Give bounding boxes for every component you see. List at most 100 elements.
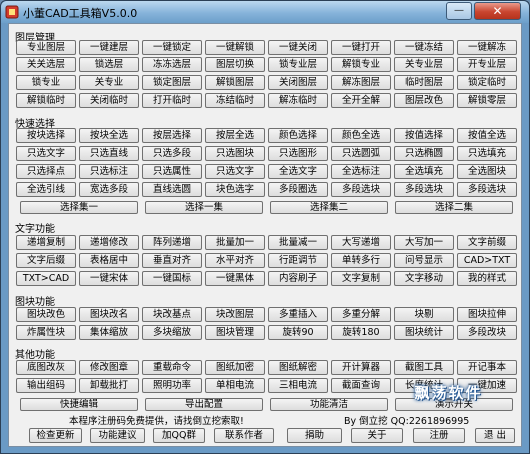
tool-button-sec1-r3-c7[interactable]: 多段选块	[457, 182, 517, 197]
tool-button-sec0-r0-c0[interactable]: 专业图层	[16, 40, 76, 55]
tool-button-sec3-r0-c5[interactable]: 多重分解	[331, 307, 391, 322]
tool-button-sec2-r1-c4[interactable]: 行距调节	[268, 253, 328, 268]
tool-button-sec2-r0-c1[interactable]: 递增修改	[79, 235, 139, 250]
tool-button-sec1-r0-c1[interactable]: 按块全选	[79, 128, 139, 143]
tool-button-sec1-r1-c4[interactable]: 只选图形	[268, 146, 328, 161]
tool-button-sec0-r3-c0[interactable]: 解锁临时	[16, 93, 76, 108]
tool-button-sec1-r1-c2[interactable]: 只选多段	[142, 146, 202, 161]
join-qq-group-button[interactable]: 加QQ群	[153, 428, 205, 443]
tool-button-sec2-r1-c6[interactable]: 问号显示	[394, 253, 454, 268]
tool-button-sec2-r0-c6[interactable]: 大写加一	[394, 235, 454, 250]
tool-button-sec2-r0-c5[interactable]: 大写递增	[331, 235, 391, 250]
tool-button-sec1-r2-c0[interactable]: 只选择点	[16, 164, 76, 179]
tool-button-sec0-r1-c7[interactable]: 开专业层	[457, 57, 517, 72]
tool-button-sec3-r0-c1[interactable]: 图块改名	[79, 307, 139, 322]
tool-button-sec0-r1-c3[interactable]: 图层切换	[205, 57, 265, 72]
tool-button-sec2-r2-c2[interactable]: 一键国标	[142, 271, 202, 286]
tool-button-sec0-r2-c7[interactable]: 锁定临时	[457, 75, 517, 90]
tool-button-sec1-r0-c7[interactable]: 按值全选	[457, 128, 517, 143]
tool-button-sec1-r3-c0[interactable]: 全选引线	[16, 182, 76, 197]
tool-button-sec0-r3-c7[interactable]: 解锁零层	[457, 93, 517, 108]
tool-button-sec1-r1-c3[interactable]: 只选图块	[205, 146, 265, 161]
tool-button-sec0-r3-c2[interactable]: 打开临时	[142, 93, 202, 108]
tool-button-sec4-r0-c3[interactable]: 图纸加密	[205, 360, 265, 375]
export-config-button[interactable]: 导出配置	[145, 398, 263, 411]
tool-button-sec2-r2-c6[interactable]: 文字移动	[394, 271, 454, 286]
tool-button-sec2-r0-c2[interactable]: 阵列递增	[142, 235, 202, 250]
tool-button-sec3-r0-c7[interactable]: 图块拉伸	[457, 307, 517, 322]
tool-button-sec0-r2-c6[interactable]: 临时图层	[394, 75, 454, 90]
tool-button-sec2-r2-c5[interactable]: 文字复制	[331, 271, 391, 286]
donate-button[interactable]: 捐助	[287, 428, 342, 443]
tool-button-sec3-r0-c0[interactable]: 图块改色	[16, 307, 76, 322]
tool-button-sec0-r0-c2[interactable]: 一键锁定	[142, 40, 202, 55]
tool-button-sec2-r2-c3[interactable]: 一键黑体	[205, 271, 265, 286]
tool-button-sec3-r1-c3[interactable]: 图块管理	[205, 325, 265, 340]
tool-button-sec4-r1-c4[interactable]: 三相电流	[268, 378, 328, 393]
about-button[interactable]: 关于	[351, 428, 403, 443]
tool-button-sec0-r1-c2[interactable]: 冻冻选层	[142, 57, 202, 72]
tool-button-sec1-r2-c2[interactable]: 只选属性	[142, 164, 202, 179]
tool-button-sec0-r2-c4[interactable]: 关闭图层	[268, 75, 328, 90]
tool-button-sec0-r3-c4[interactable]: 解冻临时	[268, 93, 328, 108]
tool-button-sec1-r1-c0[interactable]: 只选文字	[16, 146, 76, 161]
tool-button-sec1-r1-c7[interactable]: 只选填充	[457, 146, 517, 161]
tool-button-sec0-r2-c1[interactable]: 关专业	[79, 75, 139, 90]
tool-button-sec0-r0-c3[interactable]: 一键解锁	[205, 40, 265, 55]
tool-button-sec4-r1-c2[interactable]: 照明功率	[142, 378, 202, 393]
tool-button-sec1-r3-c4[interactable]: 多段圈选	[268, 182, 328, 197]
tool-button-sec0-r2-c2[interactable]: 锁定图层	[142, 75, 202, 90]
function-clean-button[interactable]: 功能清洁	[270, 398, 388, 411]
tool-button-sec2-r0-c0[interactable]: 递增复制	[16, 235, 76, 250]
tool-button-sec1-r0-c0[interactable]: 按块选择	[16, 128, 76, 143]
tool-button-sec4-r1-c1[interactable]: 卸载批打	[79, 378, 139, 393]
tool-button-sec4-r0-c7[interactable]: 开记事本	[457, 360, 517, 375]
tool-button-sec1-r0-c3[interactable]: 按层全选	[205, 128, 265, 143]
selection-set-button-2[interactable]: 选择集二	[270, 201, 388, 214]
tool-button-sec0-r1-c5[interactable]: 解锁专业	[331, 57, 391, 72]
tool-button-sec4-r0-c5[interactable]: 开计算器	[331, 360, 391, 375]
tool-button-sec4-r1-c5[interactable]: 截面查询	[331, 378, 391, 393]
tool-button-sec1-r2-c4[interactable]: 全选文字	[268, 164, 328, 179]
selection-set-button-0[interactable]: 选择集一	[20, 201, 138, 214]
tool-button-sec4-r0-c0[interactable]: 底图改灰	[16, 360, 76, 375]
tool-button-sec2-r0-c3[interactable]: 批量加一	[205, 235, 265, 250]
feature-suggestion-button[interactable]: 功能建议	[90, 428, 145, 443]
tool-button-sec0-r2-c5[interactable]: 解冻图层	[331, 75, 391, 90]
tool-button-sec0-r1-c4[interactable]: 锁专业层	[268, 57, 328, 72]
exit-button[interactable]: 退 出	[475, 428, 515, 443]
tool-button-sec4-r1-c0[interactable]: 输出组码	[16, 378, 76, 393]
tool-button-sec1-r2-c5[interactable]: 全选标注	[331, 164, 391, 179]
tool-button-sec0-r0-c4[interactable]: 一键关闭	[268, 40, 328, 55]
selection-set-button-3[interactable]: 选择二集	[395, 201, 513, 214]
tool-button-sec0-r3-c6[interactable]: 图层改色	[394, 93, 454, 108]
tool-button-sec2-r2-c4[interactable]: 内容刷子	[268, 271, 328, 286]
tool-button-sec1-r3-c1[interactable]: 宽选多段	[79, 182, 139, 197]
tool-button-sec0-r1-c0[interactable]: 关关选层	[16, 57, 76, 72]
tool-button-sec1-r3-c5[interactable]: 多段选块	[331, 182, 391, 197]
tool-button-sec2-r1-c5[interactable]: 单转多行	[331, 253, 391, 268]
tool-button-sec3-r1-c6[interactable]: 图块统计	[394, 325, 454, 340]
tool-button-sec2-r1-c2[interactable]: 垂直对齐	[142, 253, 202, 268]
tool-button-sec1-r0-c2[interactable]: 按层选择	[142, 128, 202, 143]
tool-button-sec1-r3-c2[interactable]: 直线选圆	[142, 182, 202, 197]
tool-button-sec1-r1-c1[interactable]: 只选直线	[79, 146, 139, 161]
tool-button-sec2-r1-c7[interactable]: CAD>TXT	[457, 253, 517, 268]
tool-button-sec1-r2-c1[interactable]: 只选标注	[79, 164, 139, 179]
tool-button-sec0-r0-c6[interactable]: 一键冻结	[394, 40, 454, 55]
tool-button-sec1-r1-c6[interactable]: 只选椭圆	[394, 146, 454, 161]
tool-button-sec3-r0-c6[interactable]: 块剔	[394, 307, 454, 322]
tool-button-sec1-r3-c3[interactable]: 块色选字	[205, 182, 265, 197]
tool-button-sec3-r0-c4[interactable]: 多重插入	[268, 307, 328, 322]
tool-button-sec0-r3-c5[interactable]: 全开全解	[331, 93, 391, 108]
tool-button-sec4-r0-c6[interactable]: 截图工具	[394, 360, 454, 375]
tool-button-sec3-r1-c1[interactable]: 集体缩放	[79, 325, 139, 340]
tool-button-sec0-r2-c0[interactable]: 锁专业	[16, 75, 76, 90]
tool-button-sec2-r1-c0[interactable]: 文字后缀	[16, 253, 76, 268]
tool-button-sec0-r3-c3[interactable]: 冻结临时	[205, 93, 265, 108]
tool-button-sec0-r0-c7[interactable]: 一键解冻	[457, 40, 517, 55]
tool-button-sec0-r1-c6[interactable]: 关专业层	[394, 57, 454, 72]
tool-button-sec0-r0-c5[interactable]: 一键打开	[331, 40, 391, 55]
tool-button-sec3-r1-c7[interactable]: 多段改块	[457, 325, 517, 340]
tool-button-sec1-r2-c7[interactable]: 全选图块	[457, 164, 517, 179]
